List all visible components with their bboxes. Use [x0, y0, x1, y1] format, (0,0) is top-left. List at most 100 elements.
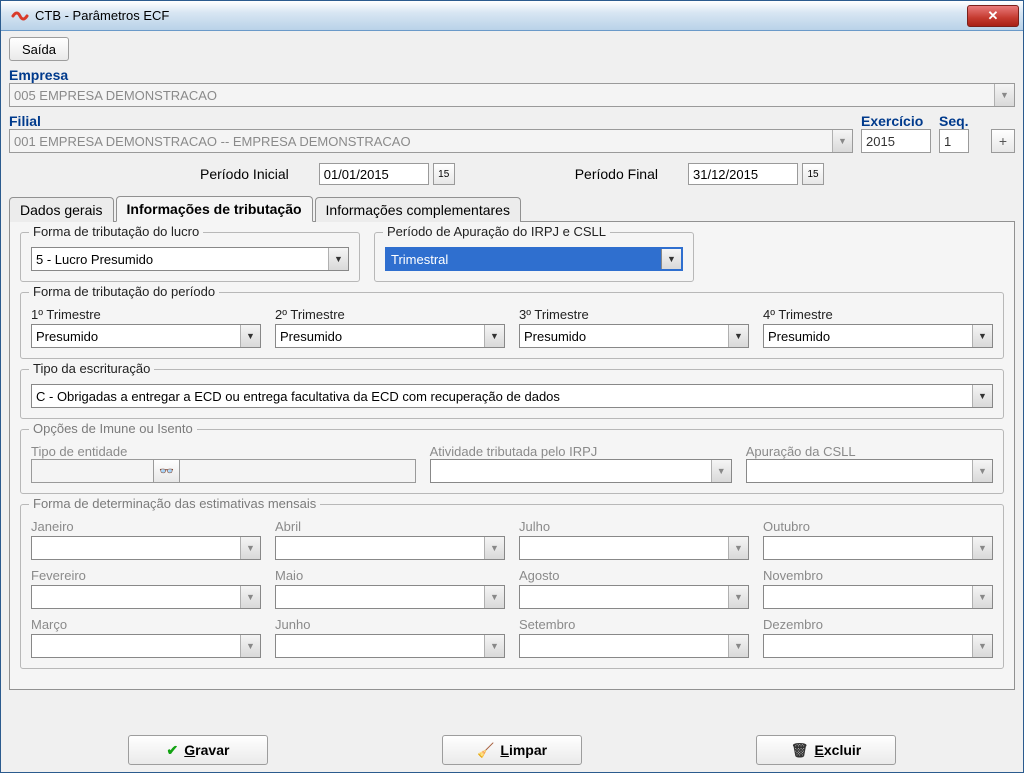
month-label-dez: Dezembro: [763, 617, 993, 632]
app-icon: [11, 7, 29, 25]
plus-icon: +: [999, 133, 1007, 149]
q2-select[interactable]: Presumido ▼: [275, 324, 505, 348]
chevron-down-icon: ▼: [484, 586, 504, 608]
saida-button[interactable]: Saída: [9, 37, 69, 61]
calendar-icon[interactable]: 15: [802, 163, 824, 185]
periodo-final-label: Período Final: [575, 166, 658, 182]
limpar-button[interactable]: 🧹 Limpar: [442, 735, 582, 765]
month-label-ago: Agosto: [519, 568, 749, 583]
grp-forma-tributacao-lucro: Forma de tributação do lucro 5 - Lucro P…: [20, 232, 360, 282]
grp-opcoes-imune-isento: Opções de Imune ou Isento Tipo de entida…: [20, 429, 1004, 494]
chevron-down-icon: ▼: [240, 325, 260, 347]
chevron-down-icon: ▼: [728, 586, 748, 608]
month-select-ago: ▼: [519, 585, 749, 609]
gravar-button[interactable]: ✔ Gravar: [128, 735, 268, 765]
periodo-apuracao-select[interactable]: Trimestral ▼: [385, 247, 683, 271]
filial-combo[interactable]: 001 EMPRESA DEMONSTRACAO -- EMPRESA DEMO…: [9, 129, 853, 153]
forma-lucro-select[interactable]: 5 - Lucro Presumido ▼: [31, 247, 349, 271]
month-label-set: Setembro: [519, 617, 749, 632]
q4-select[interactable]: Presumido ▼: [763, 324, 993, 348]
atividade-irpj-label: Atividade tributada pelo IRPJ: [430, 444, 598, 459]
month-label-mar: Março: [31, 617, 261, 632]
periodo-final-input[interactable]: 31/12/2015: [688, 163, 798, 185]
content-area: Saída Empresa 005 EMPRESA DEMONSTRACAO ▼…: [1, 31, 1023, 772]
month-label-nov: Novembro: [763, 568, 993, 583]
month-label-fev: Fevereiro: [31, 568, 261, 583]
empresa-value: 005 EMPRESA DEMONSTRACAO: [14, 88, 217, 103]
chevron-down-icon: ▼: [728, 325, 748, 347]
grp-estimativas-mensais: Forma de determinação das estimativas me…: [20, 504, 1004, 669]
chevron-down-icon: ▼: [972, 537, 992, 559]
grp-legend: Tipo da escrituração: [29, 361, 154, 376]
tipo-entidade-desc: [180, 459, 415, 483]
chevron-down-icon: ▼: [711, 460, 731, 482]
periodo-inicial-input[interactable]: 01/01/2015: [319, 163, 429, 185]
tab-informacoes-tributacao[interactable]: Informações de tributação: [116, 196, 313, 222]
tipo-escrituracao-select[interactable]: C - Obrigadas a entregar a ECD ou entreg…: [31, 384, 993, 408]
month-select-jun: ▼: [275, 634, 505, 658]
grp-forma-tributacao-periodo: Forma de tributação do período 1º Trimes…: [20, 292, 1004, 359]
tabstrip: Dados gerais Informações de tributação I…: [9, 195, 1015, 222]
excluir-button[interactable]: 🗑 Excluir: [756, 735, 896, 765]
month-select-abr: ▼: [275, 536, 505, 560]
tab-dados-gerais[interactable]: Dados gerais: [9, 197, 114, 222]
tipo-entidade-input: [31, 459, 154, 483]
app-window: CTB - Parâmetros ECF ✕ Saída Empresa 005…: [0, 0, 1024, 773]
grp-legend: Forma de tributação do lucro: [29, 224, 203, 239]
periodo-inicial-label: Período Inicial: [200, 166, 289, 182]
month-label-mai: Maio: [275, 568, 505, 583]
tab-informacoes-complementares[interactable]: Informações complementares: [315, 197, 521, 222]
window-title: CTB - Parâmetros ECF: [35, 8, 169, 23]
grp-legend: Forma de tributação do período: [29, 284, 219, 299]
month-label-jan: Janeiro: [31, 519, 261, 534]
q4-label: 4º Trimestre: [763, 307, 993, 322]
month-select-jul: ▼: [519, 536, 749, 560]
chevron-down-icon: ▼: [240, 586, 260, 608]
seq-label: Seq.: [939, 113, 983, 129]
month-select-jan: ▼: [31, 536, 261, 560]
q1-select[interactable]: Presumido ▼: [31, 324, 261, 348]
periodo-row: Período Inicial 01/01/2015 15 Período Fi…: [9, 163, 1015, 185]
seq-add-button[interactable]: +: [991, 129, 1015, 153]
footer-actions: ✔ Gravar 🧹 Limpar 🗑 Excluir: [1, 735, 1023, 765]
month-select-mai: ▼: [275, 585, 505, 609]
chevron-down-icon: ▼: [728, 537, 748, 559]
chevron-down-icon: ▼: [240, 537, 260, 559]
chevron-down-icon: ▼: [994, 84, 1014, 106]
month-select-mar: ▼: [31, 634, 261, 658]
toolbar: Saída: [9, 37, 1015, 61]
month-select-nov: ▼: [763, 585, 993, 609]
atividade-irpj-select: ▼: [430, 459, 732, 483]
close-button[interactable]: ✕: [967, 5, 1019, 27]
seq-input[interactable]: 1: [939, 129, 969, 153]
titlebar: CTB - Parâmetros ECF ✕: [1, 1, 1023, 31]
exercicio-input[interactable]: 2015: [861, 129, 931, 153]
month-select-set: ▼: [519, 634, 749, 658]
empresa-combo[interactable]: 005 EMPRESA DEMONSTRACAO ▼: [9, 83, 1015, 107]
chevron-down-icon: ▼: [972, 460, 992, 482]
chevron-down-icon: ▼: [972, 635, 992, 657]
grp-legend: Forma de determinação das estimativas me…: [29, 496, 320, 511]
calendar-icon[interactable]: 15: [433, 163, 455, 185]
chevron-down-icon: ▼: [972, 385, 992, 407]
month-label-out: Outubro: [763, 519, 993, 534]
apuracao-csll-label: Apuração da CSLL: [746, 444, 856, 459]
month-select-fev: ▼: [31, 585, 261, 609]
chevron-down-icon: ▼: [484, 635, 504, 657]
q3-select[interactable]: Presumido ▼: [519, 324, 749, 348]
chevron-down-icon: ▼: [972, 586, 992, 608]
month-select-dez: ▼: [763, 634, 993, 658]
grp-legend: Período de Apuração do IRPJ e CSLL: [383, 224, 610, 239]
month-label-abr: Abril: [275, 519, 505, 534]
chevron-down-icon: ▼: [832, 130, 852, 152]
tab-panel: Forma de tributação do lucro 5 - Lucro P…: [9, 222, 1015, 690]
month-label-jul: Julho: [519, 519, 749, 534]
close-icon: ✕: [988, 8, 999, 24]
q1-label: 1º Trimestre: [31, 307, 261, 322]
chevron-down-icon: ▼: [972, 325, 992, 347]
tipo-entidade-label: Tipo de entidade: [31, 444, 127, 459]
broom-icon: 🧹: [477, 742, 494, 759]
q3-label: 3º Trimestre: [519, 307, 749, 322]
grp-legend: Opções de Imune ou Isento: [29, 421, 197, 436]
empresa-label: Empresa: [9, 67, 1015, 83]
